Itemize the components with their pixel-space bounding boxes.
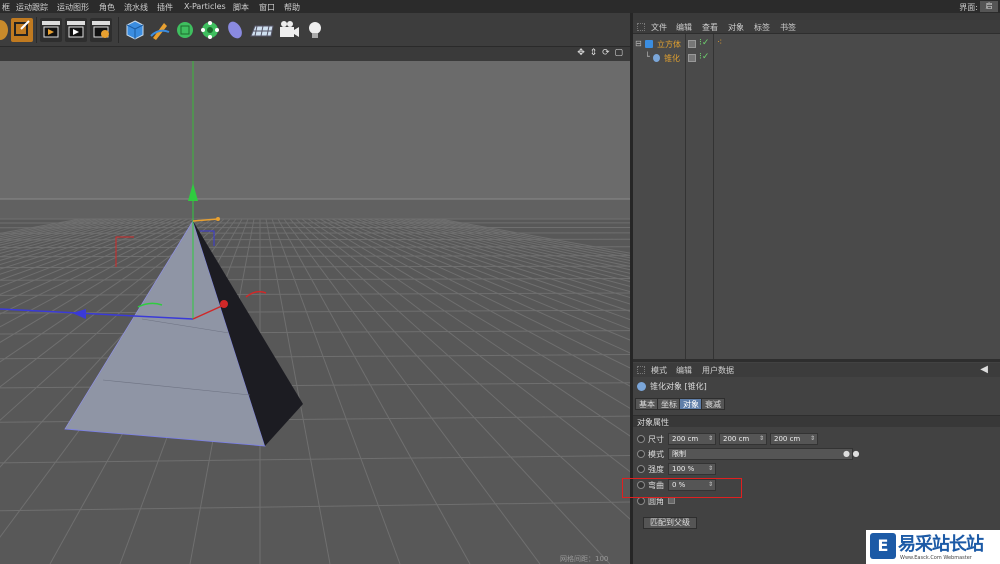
- undo-icon[interactable]: [0, 20, 8, 40]
- menu-item-script[interactable]: 脚本: [233, 2, 249, 13]
- tab-falloff[interactable]: 衰减: [701, 398, 725, 410]
- tree-line-icon: └: [645, 52, 650, 61]
- pen-icon[interactable]: [149, 18, 171, 42]
- subdivision-icon[interactable]: [174, 18, 196, 42]
- strength-row: 强度 100 % ⇕: [633, 462, 1000, 477]
- tab-coord[interactable]: 坐标: [657, 398, 681, 410]
- size-x-field[interactable]: 200 cm ⇕: [668, 433, 716, 445]
- deformer-icon[interactable]: [224, 18, 246, 42]
- mode-row: 模式 限制 ● ●: [633, 447, 1000, 462]
- size-row: 尺寸 200 cm ⇕ 200 cm ⇕ 200 cm ⇕: [633, 432, 1000, 447]
- om-menu-view[interactable]: 查看: [702, 22, 718, 33]
- mode-label: 模式: [648, 450, 664, 459]
- section-header: 对象属性: [633, 415, 1000, 427]
- light-icon[interactable]: [304, 18, 326, 42]
- am-menu-mode[interactable]: 模式: [651, 365, 667, 376]
- size-label: 尺寸: [648, 435, 664, 444]
- render-view-icon[interactable]: [65, 18, 87, 42]
- watermark-text: 易采站长站: [898, 534, 984, 555]
- layout-label: 界面:: [959, 3, 978, 12]
- 3d-viewport[interactable]: 网格间距：100: [0, 61, 630, 564]
- om-menu-tags[interactable]: 标签: [754, 22, 770, 33]
- section-title: 对象属性: [637, 418, 669, 427]
- curvature-highlight: [622, 478, 742, 498]
- scale-icon[interactable]: [11, 18, 33, 42]
- taper-object-icon: [637, 382, 646, 391]
- watermark-logo: E: [870, 533, 896, 559]
- expand-icon[interactable]: ⊟: [635, 39, 642, 48]
- om-menu-edit[interactable]: 编辑: [676, 22, 692, 33]
- object-name[interactable]: 立方体: [657, 39, 681, 50]
- strength-label: 强度: [648, 465, 664, 474]
- attribute-divider: [633, 359, 1000, 362]
- main-toolbar: [0, 13, 630, 47]
- size-y-field[interactable]: 200 cm ⇕: [719, 433, 767, 445]
- tab-basic[interactable]: 基本: [635, 398, 659, 410]
- menu-item-motion-tracking[interactable]: 运动跟踪: [16, 2, 48, 13]
- size-z-field[interactable]: 200 cm ⇕: [770, 433, 818, 445]
- cube-icon[interactable]: [124, 18, 146, 42]
- fillet-checkbox[interactable]: [668, 497, 675, 504]
- mode-dropdown[interactable]: 限制: [668, 448, 853, 460]
- menu-item-pipeline[interactable]: 流水线: [124, 2, 148, 13]
- taper-object-icon: [653, 54, 660, 62]
- watermark-url: Www.Easck.Com Webmaster: [900, 555, 972, 561]
- attribute-title: 锥化对象 [锥化]: [637, 381, 707, 392]
- floor-icon[interactable]: [249, 18, 275, 42]
- object-row-taper[interactable]: └ 锥化 ⁝✓: [633, 52, 1000, 65]
- viewport-nav-icons[interactable]: ✥ ⇕ ⟳ ▢: [577, 48, 624, 58]
- om-menu-object[interactable]: 对象: [728, 22, 744, 33]
- object-row-cube[interactable]: ⊟ 立方体 ⁝✓ ⁖: [633, 38, 1000, 51]
- menu-item-mograph[interactable]: 运动图形: [57, 2, 89, 13]
- enabled-check-icon[interactable]: ⁝✓: [699, 52, 709, 62]
- tag-icon[interactable]: ⁖: [717, 38, 722, 48]
- attribute-manager-menu: 模式 编辑 用户数据 ◀: [633, 363, 1000, 377]
- menu-bar: 框 运动跟踪 运动图形 角色 流水线 插件 X-Particles 脚本 窗口 …: [0, 0, 1000, 13]
- menu-item-help[interactable]: 帮助: [284, 2, 300, 13]
- menu-item-character[interactable]: 角色: [99, 2, 115, 13]
- object-manager-menu: 文件 编辑 查看 对象 标签 书签: [633, 20, 1000, 34]
- match-parent-button[interactable]: 匹配到父级: [643, 517, 697, 529]
- am-menu-user-data[interactable]: 用户数据: [702, 365, 734, 376]
- om-menu-file[interactable]: 文件: [651, 22, 667, 33]
- viewport-status: 网格间距：100: [560, 555, 609, 563]
- render-region-icon[interactable]: [40, 18, 62, 42]
- tab-object[interactable]: 对象: [679, 398, 703, 410]
- om-menu-bookmarks[interactable]: 书签: [780, 22, 796, 33]
- slider-knob-icon[interactable]: ● ●: [843, 449, 860, 458]
- object-manager: 文件 编辑 查看 对象 标签 书签 ⊟ 立方体 ⁝✓ ⁖ └ 锥化 ⁝✓: [633, 13, 1000, 359]
- camera-icon[interactable]: [278, 18, 300, 42]
- strength-field[interactable]: 100 % ⇕: [668, 463, 716, 475]
- grip-icon[interactable]: [637, 23, 645, 31]
- back-arrow-icon[interactable]: ◀: [980, 364, 988, 375]
- enabled-check-icon[interactable]: ⁝✓: [699, 38, 709, 48]
- watermark: E 易采站长站 Www.Easck.Com Webmaster: [866, 530, 1000, 564]
- visibility-toggle[interactable]: [688, 40, 696, 48]
- keyframe-radio[interactable]: [637, 497, 645, 505]
- keyframe-radio[interactable]: [637, 435, 645, 443]
- visibility-toggle[interactable]: [688, 54, 696, 62]
- keyframe-radio[interactable]: [637, 465, 645, 473]
- menu-item-frame[interactable]: 框: [2, 2, 10, 13]
- layout-selector[interactable]: 启: [980, 1, 998, 12]
- object-name[interactable]: 锥化: [664, 53, 680, 64]
- cube-object-icon: [645, 40, 653, 48]
- menu-item-window[interactable]: 窗口: [259, 2, 275, 13]
- keyframe-radio[interactable]: [637, 450, 645, 458]
- am-menu-edit[interactable]: 编辑: [676, 365, 692, 376]
- attribute-title-text: 锥化对象 [锥化]: [650, 382, 707, 391]
- grip-icon[interactable]: [637, 366, 645, 374]
- array-icon[interactable]: [199, 18, 221, 42]
- menu-item-x-particles[interactable]: X-Particles: [184, 2, 226, 11]
- viewport-header: ✥ ⇕ ⟳ ▢: [0, 47, 630, 61]
- render-settings-icon[interactable]: [90, 18, 112, 42]
- menu-item-plugins[interactable]: 插件: [157, 2, 173, 13]
